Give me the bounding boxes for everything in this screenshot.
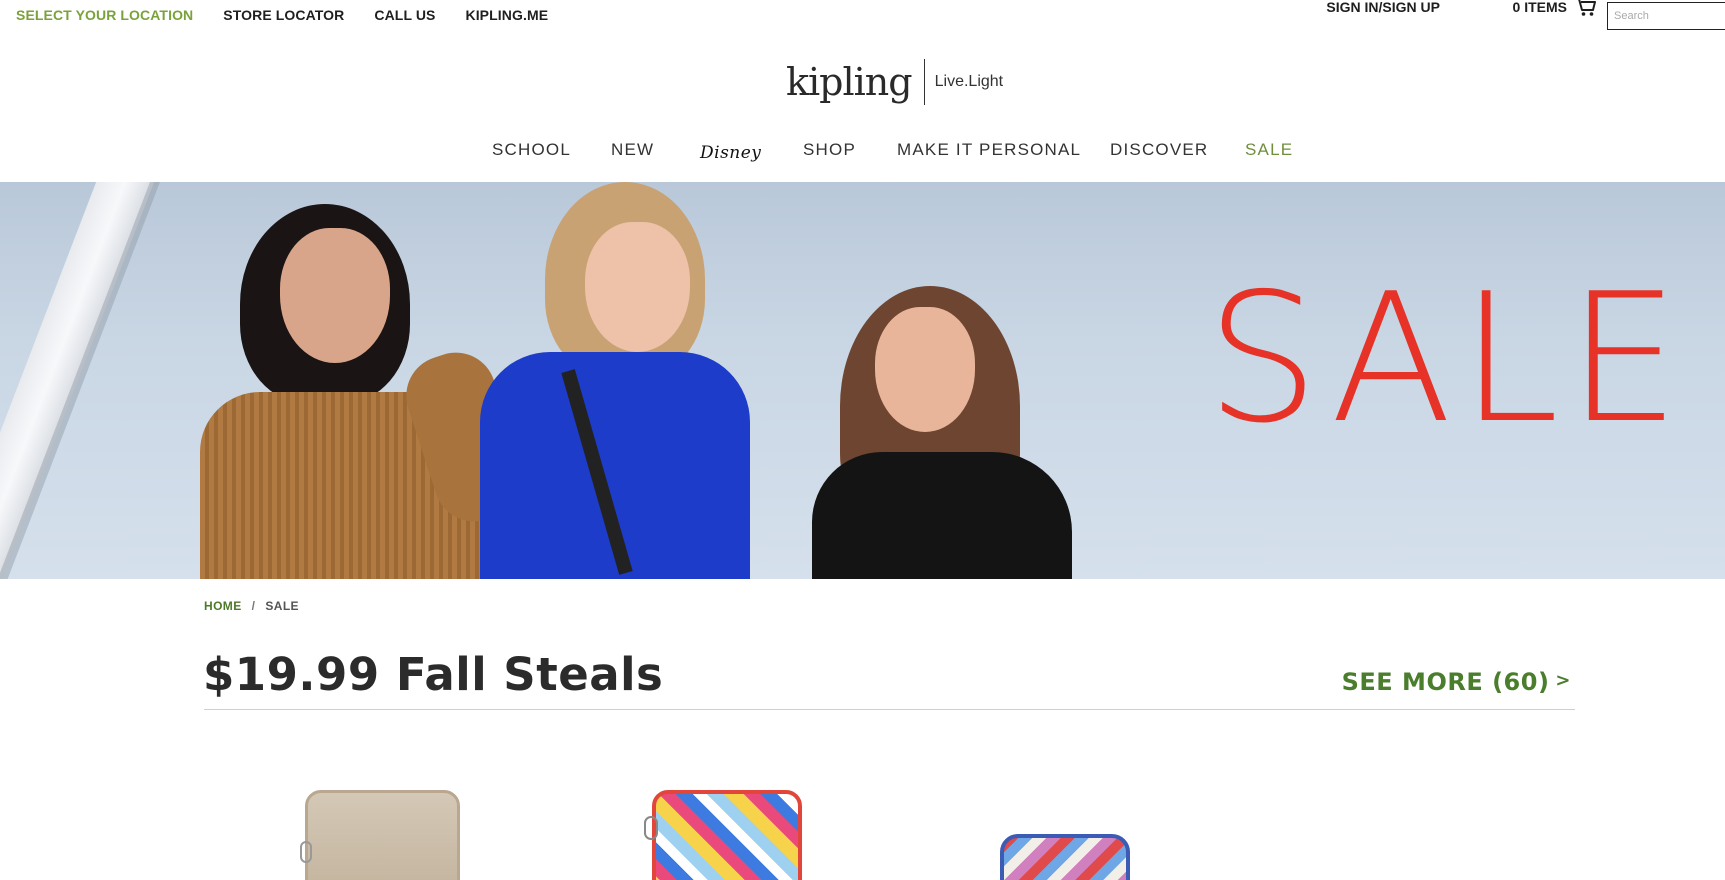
see-more-link[interactable]: SEE MORE (60) > — [1342, 668, 1571, 696]
store-locator-link[interactable]: STORE LOCATOR — [223, 7, 344, 23]
cart-icon — [1575, 0, 1597, 17]
keyring-icon — [644, 816, 658, 840]
hero-model-3-face — [875, 307, 975, 432]
nav-item-sale[interactable]: SALE — [1245, 140, 1293, 160]
nav-item-new[interactable]: NEW — [611, 140, 654, 160]
hero-headline: SALE — [1206, 255, 1688, 462]
product-card-image[interactable] — [300, 790, 460, 880]
section-title: $19.99 Fall Steals — [203, 648, 664, 701]
see-more-label: SEE MORE (60) — [1341, 668, 1550, 696]
keyring-icon — [300, 841, 312, 863]
search-box — [1607, 2, 1725, 30]
product-card-image[interactable] — [1000, 834, 1130, 880]
logo-divider — [923, 59, 925, 105]
cart-button[interactable]: 0 ITEMS — [1513, 0, 1597, 17]
nav-item-shop[interactable]: SHOP — [803, 140, 856, 160]
breadcrumb-home-link[interactable]: HOME — [204, 599, 242, 613]
breadcrumb: HOME / SALE — [204, 599, 299, 613]
hero-model-3-top — [812, 452, 1072, 579]
search-input[interactable] — [1608, 3, 1725, 29]
brand-wordmark: kipling — [786, 60, 913, 104]
site-logo[interactable]: kipling Live.Light — [786, 56, 1003, 108]
nav-item-disney-logo[interactable]: Disney — [700, 143, 761, 163]
chevron-right-icon: > — [1555, 669, 1571, 691]
hero-banner[interactable]: SALE — [0, 182, 1725, 579]
select-location-link[interactable]: SELECT YOUR LOCATION — [16, 7, 193, 23]
sign-in-link[interactable]: SIGN IN/SIGN UP — [1326, 0, 1440, 15]
nav-item-make-it-personal[interactable]: MAKE IT PERSONAL — [897, 140, 1081, 160]
section-divider — [204, 709, 1575, 710]
nav-item-discover[interactable]: DISCOVER — [1110, 140, 1208, 160]
kipling-me-link[interactable]: KIPLING.ME — [465, 7, 548, 23]
utility-links: SELECT YOUR LOCATION STORE LOCATOR CALL … — [16, 7, 548, 23]
breadcrumb-current: SALE — [265, 599, 299, 613]
utility-bar: SELECT YOUR LOCATION STORE LOCATOR CALL … — [0, 0, 1725, 30]
call-us-link[interactable]: CALL US — [374, 7, 435, 23]
nav-item-school[interactable]: SCHOOL — [492, 140, 571, 160]
main-navigation: SCHOOL NEW SHOP MAKE IT PERSONAL DISCOVE… — [0, 140, 1725, 164]
cart-count-label: 0 ITEMS — [1512, 0, 1567, 15]
hero-model-1-face — [280, 228, 390, 363]
product-card-image[interactable] — [644, 790, 802, 880]
hero-model-2-face — [585, 222, 690, 352]
breadcrumb-separator: / — [251, 599, 256, 613]
brand-tagline: Live.Light — [934, 73, 1004, 90]
